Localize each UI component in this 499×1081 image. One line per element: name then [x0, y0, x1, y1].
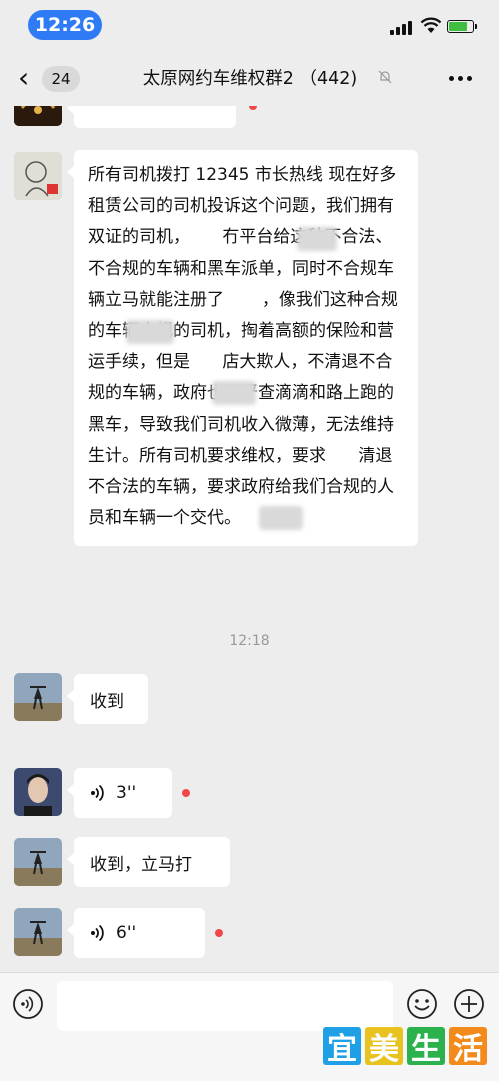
- voice-message-bubble[interactable]: 6'': [67, 908, 205, 958]
- chat-area[interactable]: 所有司机拨打 12345 市长热线 现在好多租赁公司的司机投诉这个问题，我们拥有…: [0, 106, 499, 972]
- status-time: 12:26: [28, 10, 102, 40]
- voice-message-bubble[interactable]: 3'': [67, 768, 172, 818]
- group-title: 太原网约车维权群2 （442): [142, 69, 358, 89]
- redaction-blur: [212, 381, 256, 405]
- voice-duration: 6'': [116, 923, 137, 943]
- voice-wave-icon: [91, 924, 104, 942]
- chat-header: ‹ 24 太原网约车维权群2 （442): [0, 50, 499, 106]
- redaction-blur: [126, 320, 174, 344]
- emoji-icon[interactable]: [406, 988, 438, 1020]
- message-bubble-long[interactable]: 所有司机拨打 12345 市长热线 现在好多租赁公司的司机投诉这个问题，我们拥有…: [67, 150, 418, 547]
- message-text: 收到: [90, 691, 124, 712]
- unplayed-dot: [182, 789, 190, 797]
- message-bubble[interactable]: 收到，立马打: [67, 837, 230, 887]
- avatar-sender-dark[interactable]: [14, 106, 62, 126]
- input-bar: 宜 美 生 活: [0, 972, 499, 1081]
- add-plus-icon[interactable]: [453, 988, 485, 1020]
- voice-wave-icon: [91, 784, 104, 802]
- more-options-icon[interactable]: [449, 76, 473, 82]
- message-timestamp: 12:18: [229, 633, 270, 649]
- message-text: 收到，立马打: [90, 854, 192, 875]
- avatar-sender-landscape[interactable]: [14, 838, 62, 886]
- watermark-char: 生: [407, 1027, 445, 1067]
- voice-duration: 3'': [116, 783, 137, 803]
- voice-bubble-partial[interactable]: [67, 106, 236, 128]
- voice-input-icon[interactable]: [12, 988, 44, 1020]
- message-bubble[interactable]: 收到: [67, 674, 148, 724]
- battery-icon: [447, 20, 477, 33]
- watermark-logo: 宜 美 生 活: [323, 1027, 491, 1077]
- unplayed-dot: [249, 106, 257, 110]
- message-text-long: 所有司机拨打 12345 市长热线 现在好多租赁公司的司机投诉这个问题，我们拥有…: [88, 165, 398, 529]
- avatar-sender-landscape[interactable]: [14, 673, 62, 721]
- avatar-sender-landscape[interactable]: [14, 908, 62, 956]
- unplayed-dot: [215, 929, 223, 937]
- mute-bell-icon: [378, 70, 392, 84]
- watermark-char: 美: [365, 1027, 403, 1067]
- back-chevron-icon[interactable]: ‹: [18, 64, 29, 92]
- redaction-blur: [297, 227, 337, 251]
- watermark-char: 宜: [323, 1027, 361, 1067]
- cellular-signal-icon: [390, 19, 412, 35]
- avatar-sender-portrait[interactable]: [14, 768, 62, 816]
- status-bar: 12:26: [0, 0, 499, 50]
- watermark-char: 活: [449, 1027, 487, 1067]
- avatar-sender-sketch[interactable]: [14, 152, 62, 200]
- unread-count-badge[interactable]: 24: [42, 66, 80, 92]
- wifi-icon: [420, 17, 442, 33]
- redaction-blur: [259, 506, 303, 530]
